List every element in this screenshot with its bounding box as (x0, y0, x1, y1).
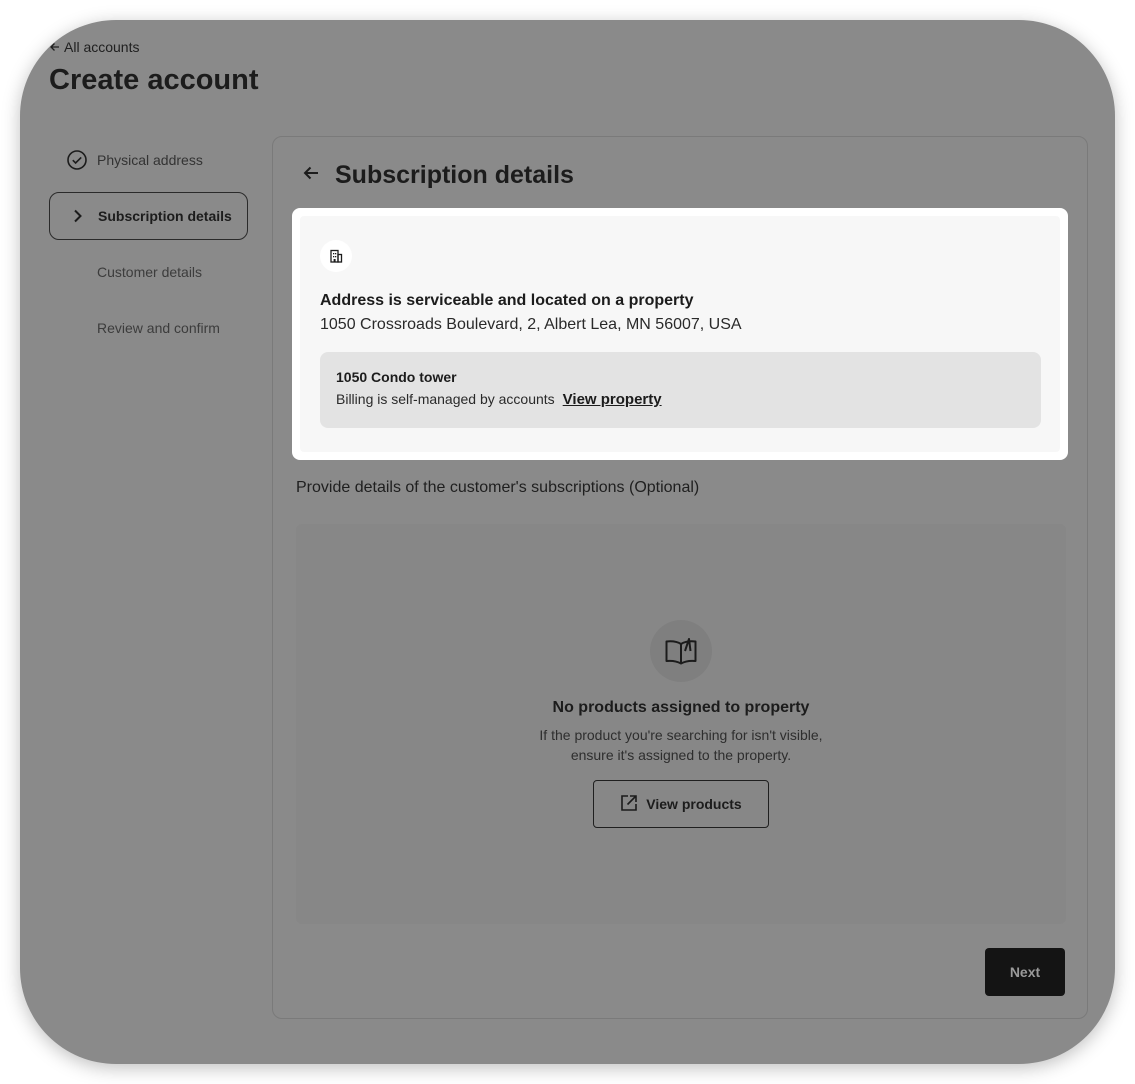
panel-title: Subscription details (335, 161, 574, 189)
step-label: Physical address (97, 152, 203, 168)
check-circle-icon (67, 150, 87, 170)
empty-state-description: If the product you're searching for isn'… (526, 725, 836, 765)
step-review-and-confirm[interactable]: Review and confirm (49, 304, 248, 352)
step-subscription-details[interactable]: Subscription details (49, 192, 248, 240)
empty-desc-line: ensure it's assigned to the property. (570, 747, 792, 763)
subscriptions-prompt: Provide details of the customer's subscr… (296, 479, 700, 496)
external-link-icon (620, 794, 638, 815)
view-property-link[interactable]: View property (563, 391, 662, 408)
back-to-accounts-link[interactable]: All accounts (50, 39, 139, 55)
property-info: 1050 Condo tower Billing is self-managed… (320, 352, 1041, 428)
property-name: 1050 Condo tower (336, 369, 457, 385)
view-products-label: View products (646, 796, 742, 812)
step-label: Subscription details (98, 208, 232, 224)
building-icon (320, 240, 352, 272)
step-customer-details[interactable]: Customer details (49, 248, 248, 296)
arrow-left-small-icon (50, 39, 60, 55)
step-label: Customer details (97, 264, 203, 280)
serviceable-heading: Address is serviceable and located on a … (320, 292, 694, 309)
back-link-label: All accounts (64, 39, 140, 55)
view-products-button[interactable]: View products (593, 780, 769, 828)
empty-desc-line: If the product you're searching for isn'… (539, 727, 823, 743)
empty-products-state: No products assigned to property If the … (296, 524, 1066, 924)
address-card: Address is serviceable and located on a … (292, 208, 1068, 460)
panel-header: Subscription details (301, 161, 574, 190)
next-button[interactable]: Next (985, 948, 1065, 996)
billing-note: Billing is self-managed by accounts (336, 391, 555, 407)
app-window: All accounts Create account Physical add… (20, 20, 1115, 1064)
address-text: 1050 Crossroads Boulevard, 2, Albert Lea… (320, 316, 742, 333)
step-label: Review and confirm (97, 320, 220, 336)
stepper: Physical address Subscription details Cu… (49, 136, 248, 360)
arrow-left-icon[interactable] (301, 163, 321, 188)
open-book-icon (650, 620, 712, 682)
page-title: Create account (49, 64, 259, 96)
chevron-right-icon (68, 206, 88, 226)
empty-state-title: No products assigned to property (552, 699, 810, 716)
step-physical-address[interactable]: Physical address (49, 136, 248, 184)
